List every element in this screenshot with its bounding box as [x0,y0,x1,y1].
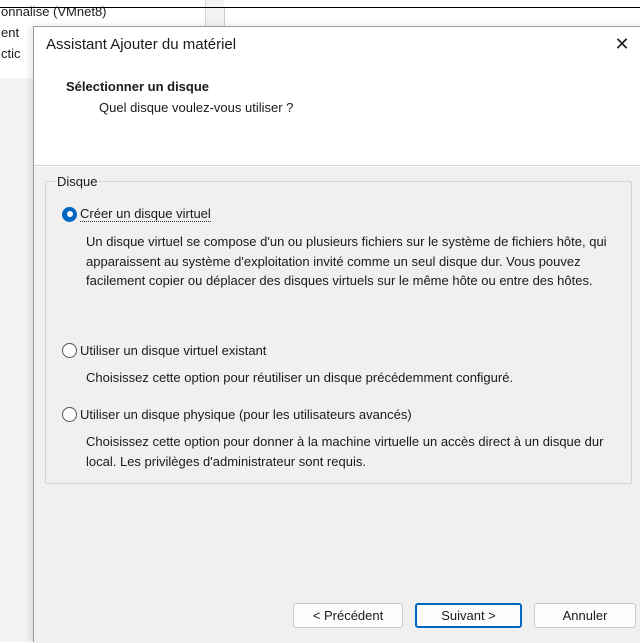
option-use-physical-disk[interactable]: Utiliser un disque physique (pour les ut… [62,404,412,424]
wizard-button-bar: < Précédent Suivant > Annuler [34,593,640,643]
wizard-step-subtitle: Quel disque voulez-vous utiliser ? [99,100,294,115]
option-label[interactable]: Utiliser un disque physique (pour les ut… [80,407,412,422]
dialog-titlebar[interactable]: Assistant Ajouter du matériel ✕ [34,27,640,62]
background-divider [0,7,640,8]
option-label[interactable]: Créer un disque virtuel [80,206,211,222]
option-label[interactable]: Utiliser un disque virtuel existant [80,343,266,358]
close-button[interactable]: ✕ [604,27,640,61]
background-text-line: ent [1,25,20,40]
option-create-virtual-disk[interactable]: Créer un disque virtuel [62,204,211,224]
dialog-title: Assistant Ajouter du matériel [46,36,237,53]
disk-groupbox: Disque Créer un disque virtuel Un disque… [45,174,632,484]
next-button[interactable]: Suivant > [415,603,522,628]
wizard-header: Sélectionner un disque Quel disque voule… [34,62,640,166]
wizard-step-title: Sélectionner un disque [66,79,210,94]
option-description: Choisissez cette option pour réutiliser … [86,370,514,385]
option-description: Choisissez cette option pour donner à la… [86,434,604,469]
background-text-line: ctic [1,46,21,61]
disk-groupbox-legend: Disque [55,174,100,189]
background-separator [224,8,225,26]
back-button[interactable]: < Précédent [293,603,403,628]
radio-button[interactable] [62,342,77,358]
add-hardware-wizard-dialog: Assistant Ajouter du matériel ✕ Sélectio… [33,26,640,643]
wizard-body: Disque Créer un disque virtuel Un disque… [34,167,640,643]
close-icon: ✕ [614,33,630,54]
radio-button-selected[interactable] [62,206,77,222]
option-description: Un disque virtuel se compose d'un ou plu… [86,234,607,288]
option-use-existing-virtual-disk[interactable]: Utiliser un disque virtuel existant [62,340,266,360]
cancel-button[interactable]: Annuler [534,603,636,628]
radio-button[interactable] [62,406,77,422]
